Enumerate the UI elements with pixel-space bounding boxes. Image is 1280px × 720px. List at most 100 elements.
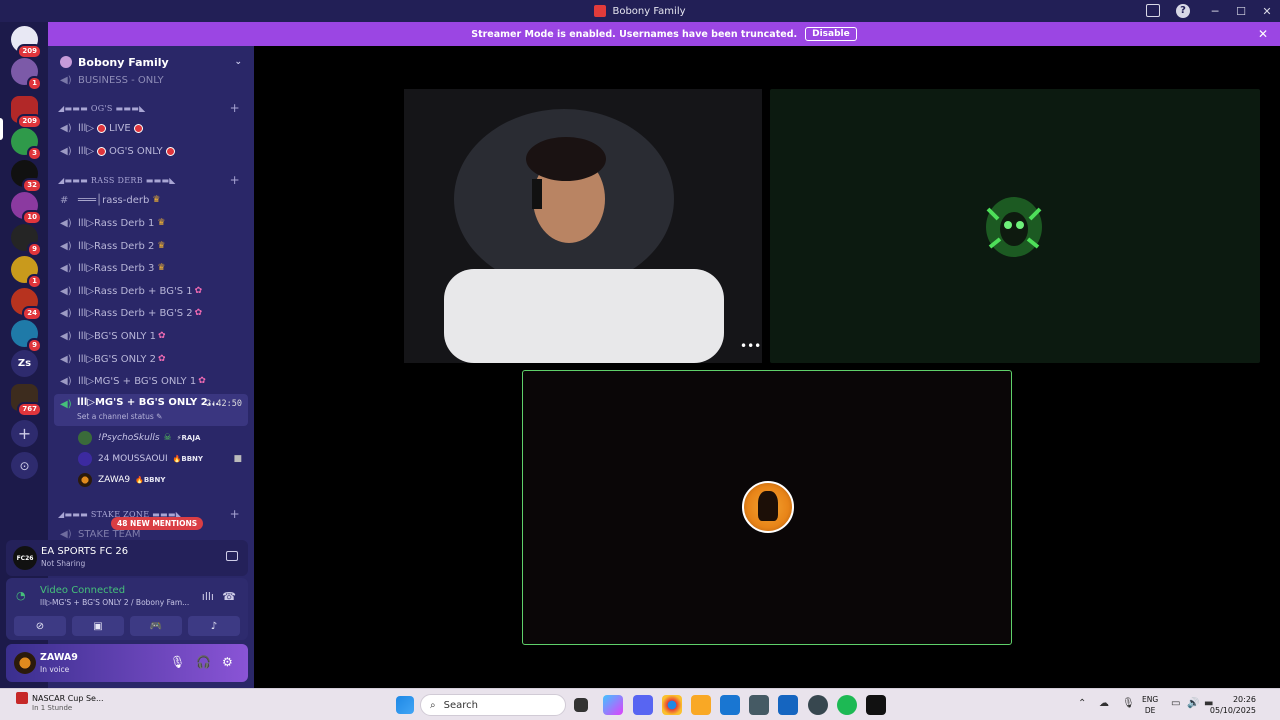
help-icon[interactable]: ?: [1176, 4, 1190, 18]
microphone-icon[interactable]: 🎙: [170, 655, 185, 669]
server-icon[interactable]: Zs: [11, 350, 38, 377]
category-rass-derb[interactable]: ◢▬▬▬ RASS DERB ▬▬▬◣ +: [58, 172, 246, 188]
voice-user[interactable]: 24 MOUSSAOUI 🔥BBNY ■: [78, 449, 248, 469]
hashtag-icon: #: [60, 194, 69, 206]
task-view-icon[interactable]: [574, 698, 588, 712]
headphones-icon[interactable]: 🎧: [196, 655, 211, 669]
minimize-button[interactable]: ─: [1202, 0, 1228, 22]
add-channel-icon[interactable]: +: [230, 173, 240, 187]
ea-fc-icon[interactable]: [866, 695, 886, 715]
voice-user[interactable]: ZAWA9 🔥BBNY: [78, 470, 248, 490]
file-explorer-icon[interactable]: [691, 695, 711, 715]
new-mentions-pill[interactable]: 48 NEW MENTIONS: [111, 517, 204, 530]
search-box[interactable]: ⌕ Search: [420, 694, 566, 716]
disable-button[interactable]: Disable: [805, 27, 857, 41]
volume-icon[interactable]: 🔊: [1187, 698, 1199, 709]
server-icon[interactable]: 209: [11, 26, 42, 59]
add-server-icon[interactable]: +: [11, 420, 38, 447]
language-label: ENG: [1142, 695, 1159, 704]
more-options-icon[interactable]: •••: [740, 339, 761, 353]
channel-rdbg1[interactable]: ◀) lll▷ Rass Derb + BG'S 1 ✿: [56, 281, 246, 301]
channel-rdbg2[interactable]: ◀) lll▷ Rass Derb + BG'S 2 ✿: [56, 303, 246, 323]
channel-bg2[interactable]: ◀) lll▷ BG'S ONLY 2 ✿: [56, 349, 246, 369]
channel-mgbg1[interactable]: ◀) lll▷ MG'S + BG'S ONLY 1 ✿: [56, 371, 246, 391]
chevron-up-icon[interactable]: ⌃: [1078, 698, 1086, 709]
add-channel-icon[interactable]: +: [230, 507, 240, 521]
server-icon[interactable]: 3: [11, 128, 42, 161]
avatar[interactable]: [14, 652, 36, 674]
chevron-down-icon[interactable]: ⌄: [234, 57, 242, 67]
app-icon[interactable]: [808, 695, 828, 715]
server-icon[interactable]: 1: [11, 58, 42, 91]
mention-badge: 3: [27, 146, 42, 161]
store-icon[interactable]: [720, 695, 740, 715]
disconnect-icon[interactable]: ☎: [222, 590, 236, 603]
speaker-icon: ◀): [60, 217, 72, 229]
cloud-icon[interactable]: ☁: [1099, 698, 1109, 709]
server-icon[interactable]: 32: [11, 160, 42, 193]
discord-icon[interactable]: [633, 695, 653, 715]
network-icon[interactable]: ▭: [1171, 698, 1180, 709]
channel-live[interactable]: ◀) lll▷ LIVE: [56, 118, 246, 138]
channel-rass-derb-text[interactable]: # ═══│ rass-derb ♛: [56, 190, 246, 210]
clock-time: 20:26: [1232, 695, 1256, 704]
app-icon[interactable]: [778, 695, 798, 715]
channel-rd3[interactable]: ◀) lll▷ Rass Derb 3 ♛: [56, 258, 246, 278]
inbox-icon[interactable]: [1146, 4, 1160, 17]
maximize-button[interactable]: ☐: [1228, 0, 1254, 22]
channel-label: STAKE TEAM: [78, 528, 141, 540]
channel-rd2[interactable]: ◀) lll▷ Rass Derb 2 ♛: [56, 236, 246, 256]
server-icon[interactable]: 24: [11, 288, 42, 321]
speaker-icon: ◀): [60, 74, 72, 86]
system-clock[interactable]: 20:26 05/10/2025: [1210, 694, 1256, 716]
active-voice-channel[interactable]: ◀) lll▷MG'S + BG'S ONLY 2... 2:42:50 Set…: [54, 394, 248, 426]
user-panel: ZAWA9 In voice 🎙 🎧 ⚙: [6, 644, 248, 682]
microphone-icon[interactable]: 🎙: [1122, 698, 1135, 709]
server-icon[interactable]: 10: [11, 192, 42, 225]
flower-icon: ✿: [157, 331, 166, 341]
channel-bg1[interactable]: ◀) lll▷ BG'S ONLY 1 ✿: [56, 326, 246, 346]
server-icon[interactable]: 1: [11, 256, 42, 289]
close-window-button[interactable]: ✕: [1254, 0, 1280, 22]
noise-suppression-icon[interactable]: ıllı: [202, 590, 214, 603]
flower-icon: ✿: [198, 376, 206, 386]
speaker-icon: ◀): [60, 145, 72, 157]
news-icon: [16, 692, 28, 704]
settings-gear-icon[interactable]: ⚙: [222, 655, 233, 669]
game-logo-icon: FC26: [13, 546, 37, 570]
spotify-icon[interactable]: [837, 695, 857, 715]
category-ogs[interactable]: ◢▬▬▬ OG'S ▬▬▬◣ +: [58, 100, 246, 116]
soundboard-button[interactable]: ♪: [188, 616, 240, 636]
video-tile-avatar[interactable]: [770, 89, 1260, 363]
category-label: ◢▬▬▬ OG'S ▬▬▬◣: [58, 103, 146, 113]
close-icon[interactable]: ✕: [1258, 27, 1268, 41]
server-icon[interactable]: 9: [11, 320, 42, 353]
channel-business[interactable]: ◀) BUSINESS - ONLY: [56, 70, 246, 90]
server-icon[interactable]: 209: [11, 96, 42, 129]
voice-location[interactable]: lll▷MG'S + BG'S ONLY 2 / Bobony Fam...: [40, 598, 190, 607]
speaker-icon: ◀): [60, 240, 72, 252]
copilot-icon[interactable]: [603, 695, 623, 715]
channel-rd1[interactable]: ◀) lll▷ Rass Derb 1 ♛: [56, 213, 246, 233]
activities-button[interactable]: 🎮: [130, 616, 182, 636]
channel-status-link[interactable]: Set a channel status ✎: [77, 412, 162, 421]
language-indicator[interactable]: ENG DE: [1142, 694, 1158, 716]
speaker-icon: ◀): [60, 353, 72, 365]
chrome-icon[interactable]: [662, 695, 682, 715]
voice-status[interactable]: Video Connected: [40, 585, 125, 596]
voice-user[interactable]: !PsychoSkulls ☠ ⚡RAJA: [78, 428, 248, 448]
channel-ogs-only[interactable]: ◀) lll▷ OG'S ONLY: [56, 141, 246, 161]
app-icon[interactable]: [749, 695, 769, 715]
news-widget[interactable]: NASCAR Cup Se... In 1 Stunde: [16, 692, 104, 712]
user-name[interactable]: ZAWA9: [40, 652, 78, 663]
server-icon[interactable]: 9: [11, 224, 42, 257]
server-icon[interactable]: 767: [11, 384, 42, 417]
video-tile-camera[interactable]: •••: [404, 89, 762, 363]
start-button[interactable]: [396, 696, 414, 714]
discover-icon[interactable]: ⊙: [11, 452, 38, 479]
screen-share-button[interactable]: ▣: [72, 616, 124, 636]
share-screen-icon[interactable]: [226, 551, 238, 561]
camera-toggle-button[interactable]: ⊘: [14, 616, 66, 636]
add-channel-icon[interactable]: +: [230, 101, 240, 115]
channel-label: Rass Derb + BG'S 1: [94, 285, 193, 297]
